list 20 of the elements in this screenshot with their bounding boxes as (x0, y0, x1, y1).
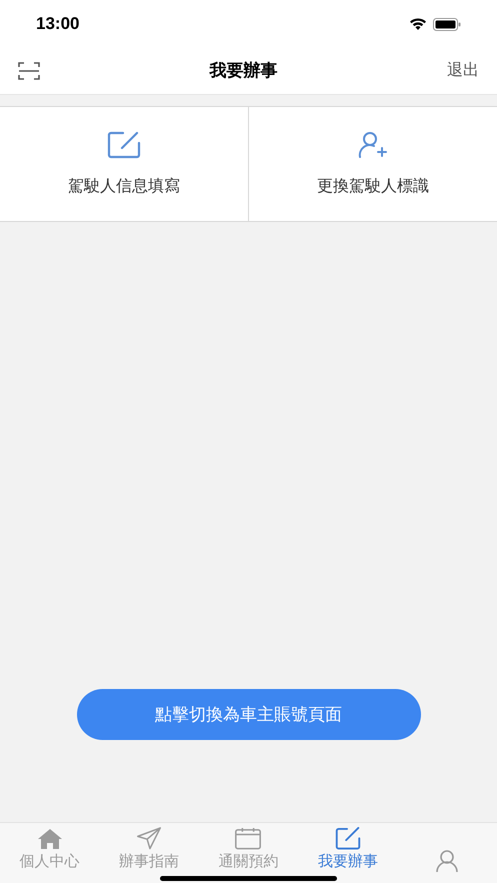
tab[interactable]: 我要辦事 (318, 850, 378, 873)
logout-link[interactable]: 退出 (447, 59, 479, 83)
switch-account-button[interactable]: 點擊切換為車主賬號頁面 (76, 689, 420, 740)
add-person-icon (358, 131, 388, 159)
edit-icon (106, 131, 141, 159)
service-item[interactable]: 駕駛人信息填寫 (68, 175, 180, 199)
tab[interactable]: 通關預約 (218, 850, 278, 873)
wifi-icon (409, 18, 427, 30)
page-title: 我要辦事 (210, 60, 278, 82)
scan-icon[interactable] (18, 62, 40, 80)
tab[interactable]: 辦事指南 (119, 850, 180, 873)
calendar-icon[interactable] (234, 827, 262, 850)
tab[interactable]: 個人中心 (20, 850, 80, 873)
home-icon[interactable] (36, 828, 63, 850)
battery-icon (433, 18, 461, 30)
edit-icon[interactable] (334, 827, 361, 850)
paper-plane-icon[interactable] (136, 827, 162, 850)
service-item[interactable]: 更換駕駛人標識 (316, 175, 429, 199)
person-icon[interactable] (435, 849, 460, 873)
status-time: 13:00 (36, 13, 80, 36)
